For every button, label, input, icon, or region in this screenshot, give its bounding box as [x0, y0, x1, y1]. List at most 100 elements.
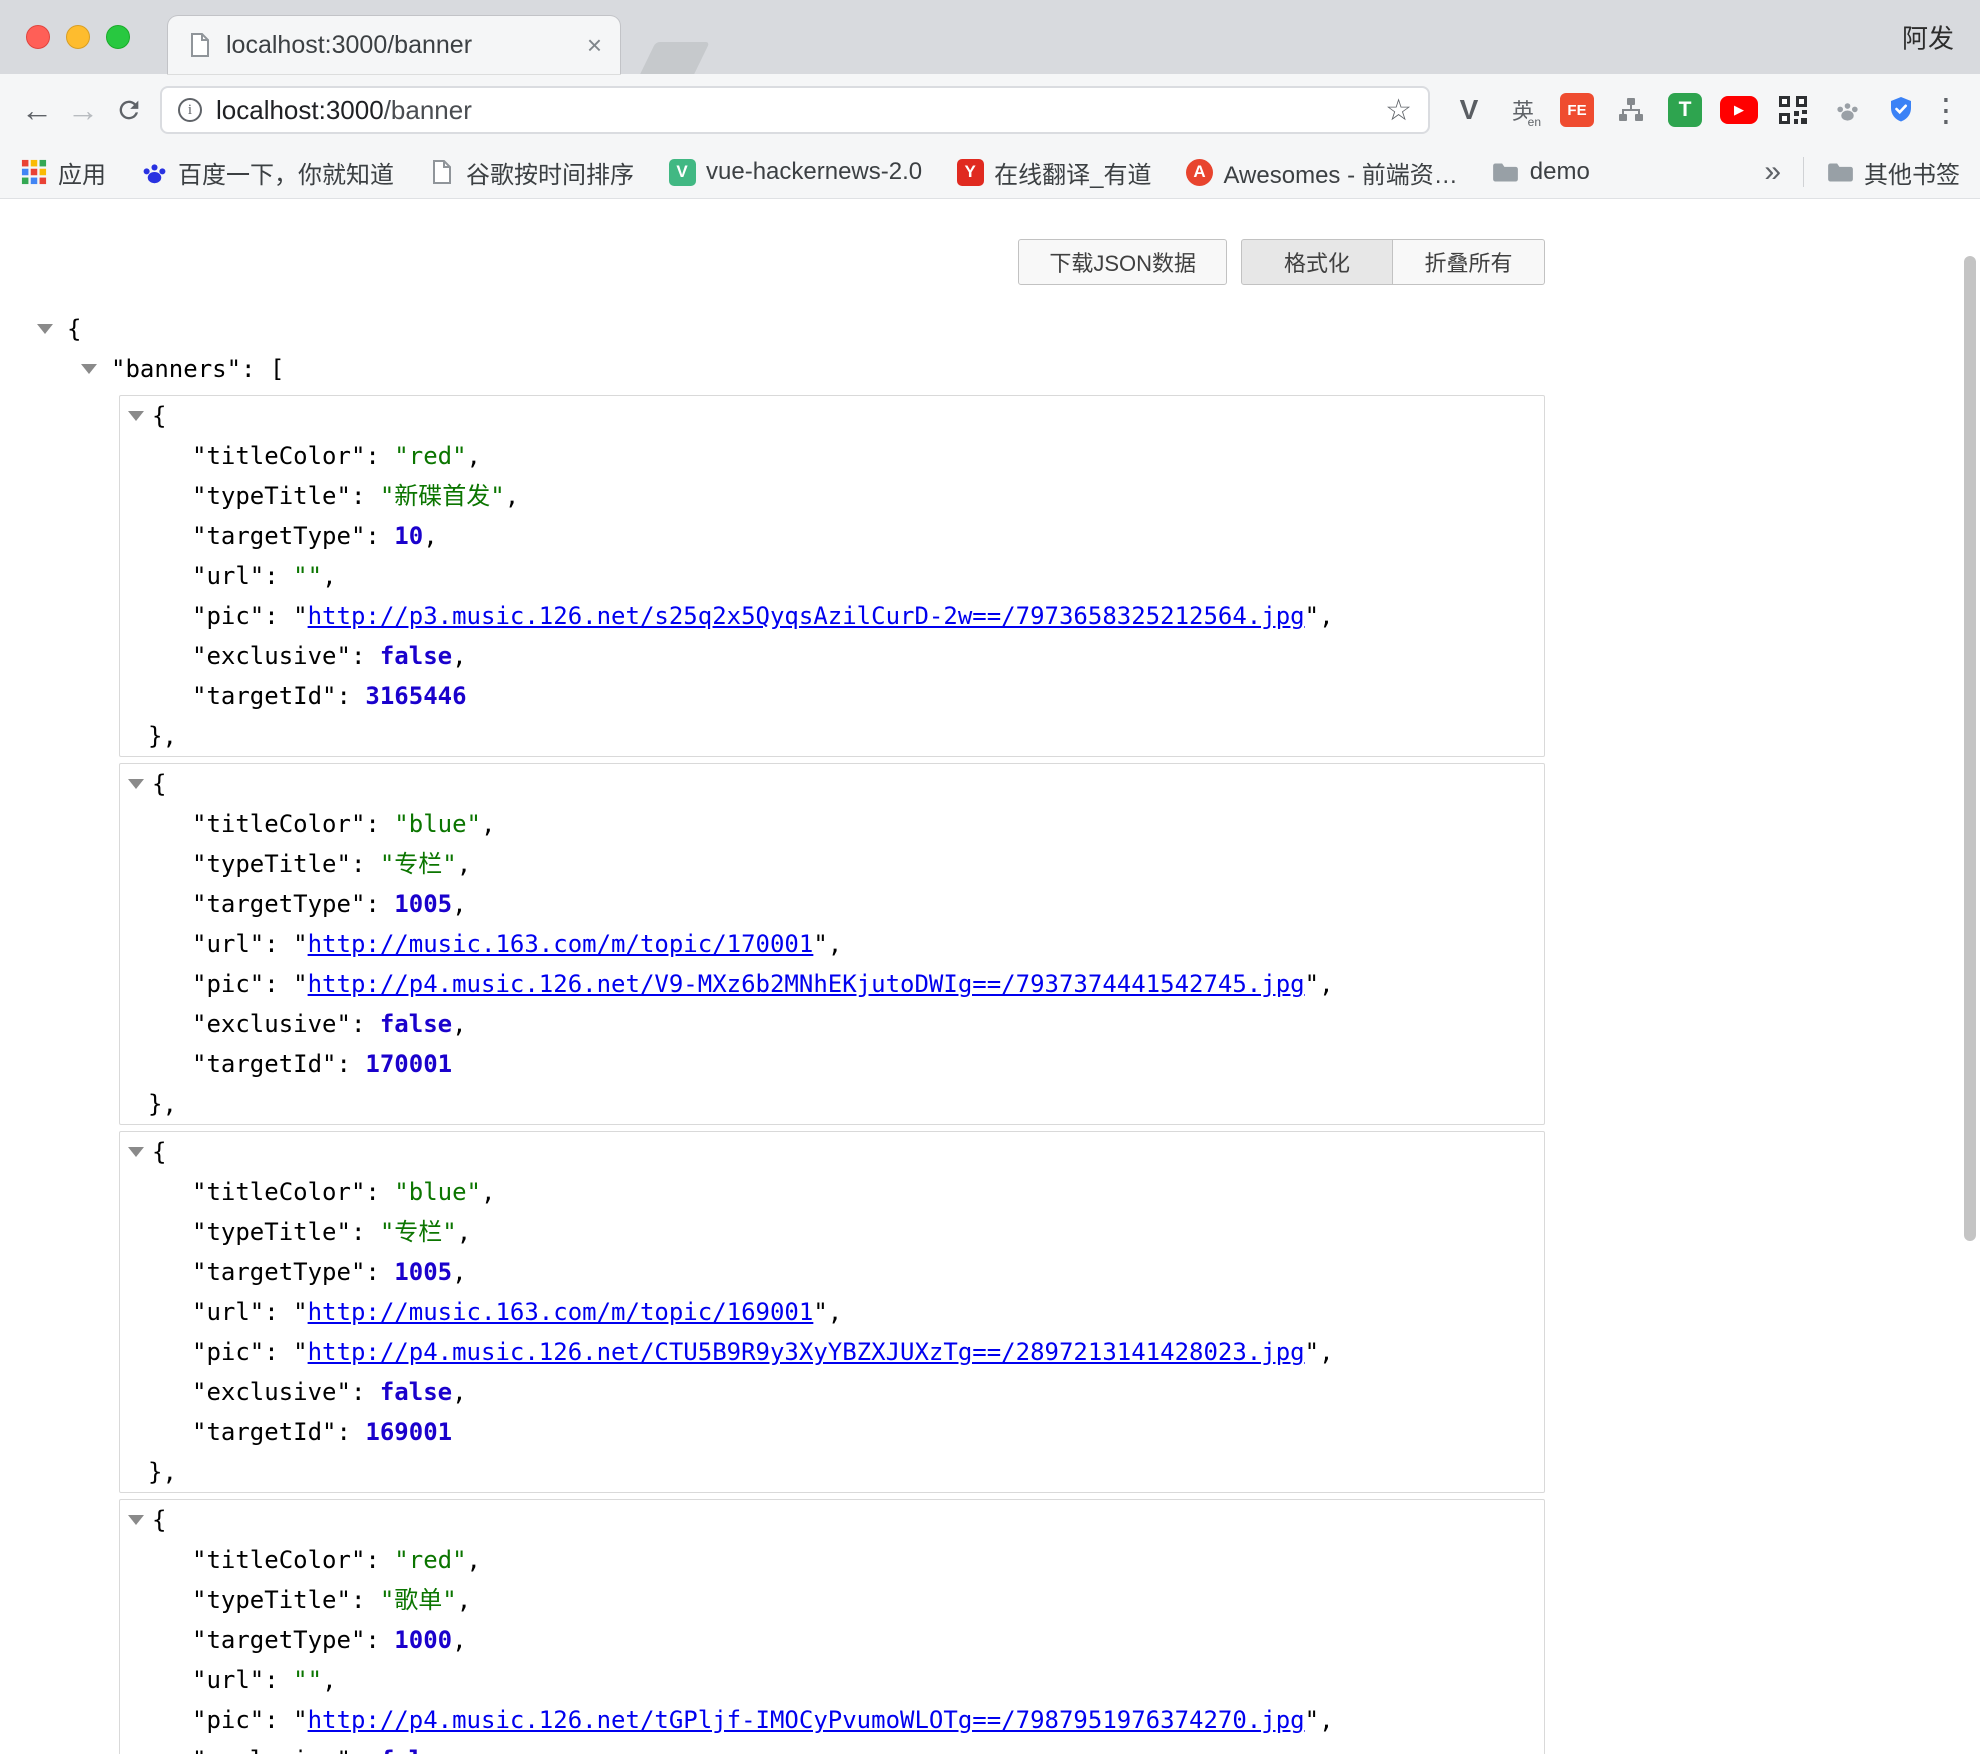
bookmark-label: 在线翻译_有道 — [994, 155, 1151, 190]
json-line: { — [120, 1500, 1544, 1540]
json-line: { — [35, 309, 1545, 349]
extension-tampermonkey-icon[interactable]: T — [1666, 91, 1704, 129]
folder-icon — [1492, 158, 1520, 186]
collapse-toggle-icon[interactable] — [128, 411, 144, 421]
forward-button[interactable]: → — [60, 87, 106, 133]
tab-strip: localhost:3000/banner × 阿发 — [0, 0, 1980, 74]
page-favicon-icon — [186, 31, 214, 59]
json-object: {"titleColor": "blue","typeTitle": "专栏",… — [119, 763, 1545, 1125]
youdao-icon: Y — [956, 158, 984, 186]
json-link[interactable]: http://p4.music.126.net/V9-MXz6b2MNhEKju… — [308, 970, 1305, 998]
extension-youtube-icon[interactable]: ▶ — [1720, 91, 1758, 129]
json-line: "exclusive": false, — [120, 1372, 1544, 1412]
json-line: { — [120, 1132, 1544, 1172]
json-line: "pic": "http://p4.music.126.net/tGPljf-I… — [120, 1700, 1544, 1740]
json-line: "url": "", — [120, 556, 1544, 596]
json-line: "exclusive": false, — [120, 1004, 1544, 1044]
url-host: localhost:3000 — [216, 95, 384, 125]
json-line: "pic": "http://p4.music.126.net/CTU5B9R9… — [120, 1332, 1544, 1372]
browser-tab[interactable]: localhost:3000/banner × — [168, 16, 620, 74]
json-object: {"titleColor": "red","typeTitle": "歌单","… — [119, 1499, 1545, 1754]
url-path: /banner — [384, 95, 472, 125]
collapse-toggle-icon[interactable] — [128, 1147, 144, 1157]
folder-icon — [1826, 158, 1854, 186]
browser-menu-button[interactable]: ⋮ — [1926, 91, 1966, 129]
bookmarks-overflow-chevron[interactable]: » — [1764, 155, 1781, 189]
collapse-toggle-icon[interactable] — [128, 1515, 144, 1525]
json-link[interactable]: http://p4.music.126.net/tGPljf-IMOCyPvum… — [308, 1706, 1305, 1734]
extension-translate-icon[interactable]: 英en — [1504, 91, 1542, 129]
bookmark-item[interactable]: Y 在线翻译_有道 — [956, 155, 1151, 190]
close-window-button[interactable] — [26, 25, 50, 49]
bookmark-item[interactable]: AAwesomes - 前端资… — [1185, 155, 1457, 190]
bookmarks-divider — [1803, 157, 1804, 187]
bookmarks-overflow-area: » 其他书签 — [1764, 155, 1960, 190]
json-line: "banners": [ — [35, 349, 1545, 389]
json-line: "titleColor": "blue", — [120, 804, 1544, 844]
other-bookmarks-label: 其他书签 — [1864, 155, 1960, 190]
apps-grid-icon — [20, 158, 48, 186]
collapse-toggle-icon[interactable] — [81, 364, 97, 374]
json-line: }, — [120, 1084, 1544, 1124]
collapse-all-button[interactable]: 折叠所有 — [1393, 239, 1545, 285]
document-icon — [428, 158, 456, 186]
bookmark-item[interactable]: 谷歌按时间排序 — [428, 155, 634, 190]
back-button[interactable]: ← — [14, 87, 60, 133]
format-button[interactable]: 格式化 — [1241, 239, 1393, 285]
tab-title: localhost:3000/banner — [226, 31, 577, 60]
other-bookmarks-button[interactable]: 其他书签 — [1826, 155, 1960, 190]
bookmark-item[interactable]: 百度一下，你就知道 — [140, 155, 394, 190]
bookmark-label: 应用 — [58, 155, 106, 190]
profile-name[interactable]: 阿发 — [1902, 19, 1954, 56]
new-tab-button[interactable] — [640, 42, 710, 74]
extension-fe-icon[interactable]: FE — [1558, 91, 1596, 129]
bookmark-item[interactable]: Vvue-hackernews-2.0 — [668, 158, 922, 186]
json-link[interactable]: http://p4.music.126.net/CTU5B9R9y3XyYBZX… — [308, 1338, 1305, 1366]
browser-toolbar: ← → i localhost:3000/banner ☆ V 英en FE T… — [0, 74, 1980, 146]
bookmark-label: Awesomes - 前端资… — [1223, 155, 1457, 190]
json-line: "titleColor": "red", — [120, 1540, 1544, 1580]
page-info-icon[interactable]: i — [178, 98, 202, 122]
json-line: "targetId": 3165446 — [120, 676, 1544, 716]
extension-qrcode-icon[interactable] — [1774, 91, 1812, 129]
json-line: "typeTitle": "新碟首发", — [120, 476, 1544, 516]
json-line: { — [120, 764, 1544, 804]
format-toggle-group: 格式化 折叠所有 — [1241, 239, 1545, 285]
json-link[interactable]: http://music.163.com/m/topic/169001 — [308, 1298, 814, 1326]
bookmark-star-icon[interactable]: ☆ — [1385, 93, 1412, 128]
extension-paw-icon[interactable] — [1828, 91, 1866, 129]
bookmark-items: 应用 百度一下，你就知道谷歌按时间排序 Vvue-hackernews-2.0 Y在… — [20, 155, 1590, 190]
extension-vimium-icon[interactable]: V — [1450, 91, 1488, 129]
extension-shield-icon[interactable] — [1882, 91, 1920, 129]
extension-icons: V 英en FE T ▶ — [1450, 91, 1920, 129]
json-line: "pic": "http://p4.music.126.net/V9-MXz6b… — [120, 964, 1544, 1004]
bookmark-item[interactable]: demo — [1492, 158, 1590, 186]
json-object: {"titleColor": "blue","typeTitle": "专栏",… — [119, 1131, 1545, 1493]
bookmark-label: demo — [1530, 158, 1590, 186]
scrollbar-thumb[interactable] — [1964, 256, 1976, 1241]
json-line: "targetType": 1000, — [120, 1620, 1544, 1660]
fullscreen-window-button[interactable] — [106, 25, 130, 49]
json-line: }, — [120, 716, 1544, 756]
json-line: }, — [120, 1452, 1544, 1492]
json-line: "url": "http://music.163.com/m/topic/169… — [120, 1292, 1544, 1332]
collapse-toggle-icon[interactable] — [37, 324, 53, 334]
collapse-toggle-icon[interactable] — [128, 779, 144, 789]
vue-icon: V — [668, 158, 696, 186]
json-line: "titleColor": "blue", — [120, 1172, 1544, 1212]
extension-sitemap-icon[interactable] — [1612, 91, 1650, 129]
json-link[interactable]: http://music.163.com/m/topic/170001 — [308, 930, 814, 958]
json-link[interactable]: http://p3.music.126.net/s25q2x5QyqsAzilC… — [308, 602, 1305, 630]
url-field[interactable]: i localhost:3000/banner ☆ — [160, 86, 1430, 134]
json-line: "targetType": 1005, — [120, 884, 1544, 924]
bookmark-label: vue-hackernews-2.0 — [706, 158, 922, 186]
download-json-button[interactable]: 下载JSON数据 — [1018, 239, 1227, 285]
reload-button[interactable] — [106, 87, 152, 133]
json-line: { — [120, 396, 1544, 436]
tab-close-icon[interactable]: × — [587, 32, 602, 58]
json-line: "exclusive": false, — [120, 1740, 1544, 1754]
minimize-window-button[interactable] — [66, 25, 90, 49]
url-text: localhost:3000/banner — [216, 95, 1385, 126]
bookmark-label: 百度一下，你就知道 — [178, 155, 394, 190]
bookmark-apps[interactable]: 应用 — [20, 155, 106, 190]
